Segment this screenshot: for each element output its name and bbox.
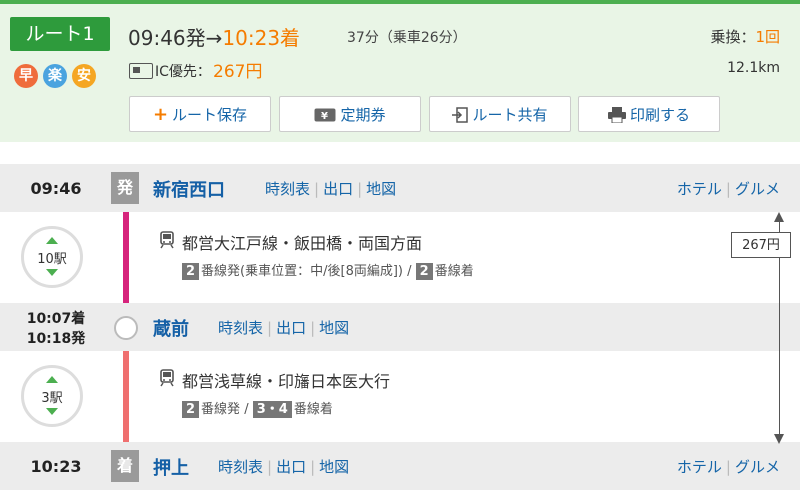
ic-card-icon: [129, 63, 153, 79]
station-row-shinjuku-nishiguchi: 09:46 発 新宿西口 時刻表 | 出口 | 地図 ホテル | グルメ: [0, 164, 800, 212]
gourmet-link[interactable]: グルメ: [735, 180, 780, 198]
exit-link[interactable]: 出口: [276, 458, 306, 476]
station-links: 時刻表 | 出口 | 地図: [265, 180, 397, 198]
share-route-button[interactable]: ルート共有: [429, 96, 571, 132]
map-link[interactable]: 地図: [319, 458, 349, 476]
station-name[interactable]: 蔵前: [153, 315, 189, 341]
fastest-tag-icon: 早: [14, 64, 38, 88]
exit-link[interactable]: 出口: [323, 180, 353, 198]
route-badge[interactable]: ルート1: [10, 17, 110, 51]
printer-icon: [607, 107, 626, 123]
timetable-link[interactable]: 時刻表: [265, 180, 310, 198]
expand-up-icon: [46, 237, 58, 244]
platform-info: 2 番線発(乗車位置：中/後[8両編成]) / 2 番線着: [182, 260, 474, 280]
station-time: 10:23: [30, 457, 82, 476]
route-summary-panel: ルート1 早 楽 安 09:46発→10:23着 37分（乗車26分） 乗換：1…: [0, 4, 800, 142]
hotel-link[interactable]: ホテル: [677, 180, 722, 198]
route-duration: 37分（乗車26分）: [347, 30, 467, 46]
station-row-oshiage: 10:23 着 押上 時刻表 | 出口 | 地図 ホテル | グルメ: [0, 442, 800, 490]
transfer-number: 1回: [755, 28, 780, 46]
easiest-tag-icon: 楽: [43, 64, 67, 88]
station-links: 時刻表 | 出口 | 地図: [218, 458, 350, 476]
save-route-button[interactable]: + ルート保存: [129, 96, 271, 132]
expand-down-icon: [46, 269, 58, 276]
arrival-time: 10:07着: [26, 311, 86, 327]
arrow-down-icon: [774, 434, 784, 444]
station-name[interactable]: 新宿西口: [153, 176, 225, 202]
station-extras: ホテル | グルメ: [676, 180, 780, 198]
train-icon: [160, 231, 174, 249]
departure-time: 10:18発: [26, 331, 86, 347]
station-name[interactable]: 押上: [153, 454, 189, 480]
hotel-link[interactable]: ホテル: [677, 458, 722, 476]
timetable-link[interactable]: 時刻表: [218, 458, 263, 476]
expand-down-icon: [46, 408, 58, 415]
transfer-node: [114, 316, 138, 340]
depart-time: 09:46発: [128, 26, 206, 50]
arrive-time: 10:23着: [222, 26, 301, 50]
station-links: 時刻表 | 出口 | 地図: [218, 319, 350, 337]
share-icon: [452, 107, 469, 123]
yen-pass-icon: ¥: [314, 108, 336, 122]
commuter-pass-button[interactable]: ¥ 定期券: [279, 96, 421, 132]
route-distance: 12.1km: [727, 60, 780, 76]
cheapest-tag-icon: 安: [72, 64, 96, 88]
stop-count-badge[interactable]: 10駅: [21, 226, 83, 288]
line-name: 都営大江戸線・飯田橋・両国方面: [182, 234, 423, 253]
platform-info: 2 番線発 / 3・4 番線着: [182, 398, 333, 418]
station-time: 09:46: [30, 179, 82, 198]
arrow-up-icon: [774, 212, 784, 222]
map-link[interactable]: 地図: [366, 180, 396, 198]
plus-icon: +: [152, 104, 169, 125]
line-name: 都営浅草線・印旛日本医大行: [182, 372, 391, 391]
svg-text:¥: ¥: [321, 111, 328, 122]
expand-up-icon: [46, 376, 58, 383]
transfer-count: 乗換：1回: [710, 26, 780, 47]
arrow-text: →: [205, 26, 223, 50]
fare-value: 267円: [213, 62, 263, 82]
map-link[interactable]: 地図: [319, 319, 349, 337]
train-icon: [160, 369, 174, 387]
stop-count-badge[interactable]: 3駅: [21, 365, 83, 427]
gourmet-link[interactable]: グルメ: [735, 458, 780, 476]
station-extras: ホテル | グルメ: [676, 458, 780, 476]
print-button[interactable]: 印刷する: [578, 96, 720, 132]
transfer-label: 乗換：: [710, 28, 756, 46]
arrive-badge: 着: [111, 450, 139, 482]
route-times: 09:46発→10:23着: [128, 22, 300, 51]
timetable-link[interactable]: 時刻表: [218, 319, 263, 337]
fare-label: IC優先：: [155, 64, 211, 80]
segment-fare-box: 267円: [731, 232, 791, 258]
exit-link[interactable]: 出口: [276, 319, 306, 337]
depart-badge: 発: [111, 172, 139, 204]
